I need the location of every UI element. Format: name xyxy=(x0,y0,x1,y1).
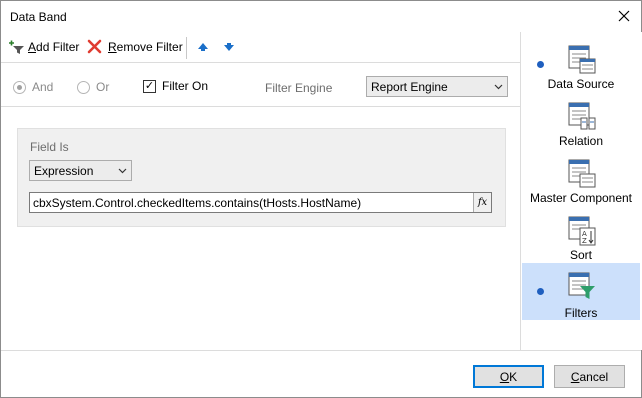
sort-icon: A Z xyxy=(568,216,596,246)
options-divider xyxy=(1,106,520,107)
filter-on-label: Filter On xyxy=(162,79,209,93)
data-source-icon xyxy=(568,45,596,74)
add-filter-label: dd Filter xyxy=(36,40,80,54)
ok-label: K xyxy=(509,369,518,384)
or-radio-circle xyxy=(77,80,90,94)
cancel-button[interactable]: Cancel xyxy=(554,365,625,388)
sidebar-item-data-source[interactable]: Data Source xyxy=(522,43,640,100)
remove-filter-accel: R xyxy=(108,39,117,54)
sidebar-item-relation[interactable]: Relation xyxy=(522,100,640,157)
toolbar-separator xyxy=(186,37,187,59)
and-radio-circle xyxy=(13,80,26,94)
master-component-icon xyxy=(568,159,596,188)
arrow-down-icon xyxy=(224,43,234,51)
sidebar-item-master-component[interactable]: Master Component xyxy=(522,157,640,214)
close-icon xyxy=(618,10,630,22)
sidebar-item-label: Filters xyxy=(564,306,598,320)
sidebar-item-label: Sort xyxy=(569,248,592,262)
filter-engine-value: Report Engine xyxy=(371,79,448,94)
or-label: Or xyxy=(96,80,110,94)
ok-accel: O xyxy=(499,369,510,384)
remove-filter-label: emove Filter xyxy=(116,39,183,54)
add-filter-button[interactable]: Add Filter xyxy=(8,39,79,55)
add-filter-accel: A xyxy=(28,40,37,54)
add-filter-icon xyxy=(9,40,24,54)
footer-divider xyxy=(1,350,641,351)
sidebar: Data Source Relation Master Component A … xyxy=(522,32,642,350)
move-up-button[interactable] xyxy=(197,42,209,52)
or-radio[interactable]: Or xyxy=(77,80,109,94)
filter-engine-select[interactable]: Report Engine xyxy=(366,76,508,97)
expression-editor-button[interactable]: fx xyxy=(473,193,491,212)
dialog-window: Data Band Add Filter Remove Filter And O… xyxy=(0,0,642,398)
ok-button[interactable]: OK xyxy=(473,365,544,388)
svg-text:Z: Z xyxy=(582,237,587,245)
filter-engine-label: Filter Engine xyxy=(265,81,333,95)
and-radio[interactable]: And xyxy=(13,80,53,94)
expression-text: cbxSystem.Control.checkedItems.contains(… xyxy=(33,195,362,210)
expression-input[interactable]: cbxSystem.Control.checkedItems.contains(… xyxy=(29,192,492,213)
sidebar-item-label: Data Source xyxy=(547,77,615,91)
field-is-label: Field Is xyxy=(30,140,69,154)
cancel-label: ancel xyxy=(579,369,609,384)
remove-filter-button[interactable]: Remove Filter xyxy=(87,39,183,54)
relation-icon xyxy=(568,102,596,130)
remove-icon xyxy=(87,39,102,54)
chevron-down-icon xyxy=(494,84,503,90)
checkmark-icon: ✓ xyxy=(143,79,156,93)
window-title: Data Band xyxy=(10,10,67,24)
field-type-value: Expression xyxy=(34,163,94,178)
filters-icon xyxy=(568,272,595,299)
active-dot-icon xyxy=(537,288,544,295)
toolbar-divider xyxy=(1,62,520,63)
toolbar: Add Filter Remove Filter xyxy=(1,32,521,62)
chevron-down-icon xyxy=(118,168,127,174)
sidebar-item-label: Master Component xyxy=(529,191,633,205)
sidebar-divider xyxy=(520,32,521,350)
close-button[interactable] xyxy=(607,1,641,31)
function-icon: fx xyxy=(477,197,488,208)
arrow-up-icon xyxy=(198,43,208,51)
filter-on-checkbox[interactable]: ✓ Filter On xyxy=(143,79,208,93)
sidebar-item-filters[interactable]: Filters xyxy=(522,263,640,320)
active-dot-icon xyxy=(537,61,544,68)
sidebar-item-label: Relation xyxy=(558,134,604,148)
move-down-button[interactable] xyxy=(223,42,235,52)
and-label: And xyxy=(32,80,54,94)
field-type-select[interactable]: Expression xyxy=(29,160,132,181)
title-bar: Data Band xyxy=(1,1,641,32)
